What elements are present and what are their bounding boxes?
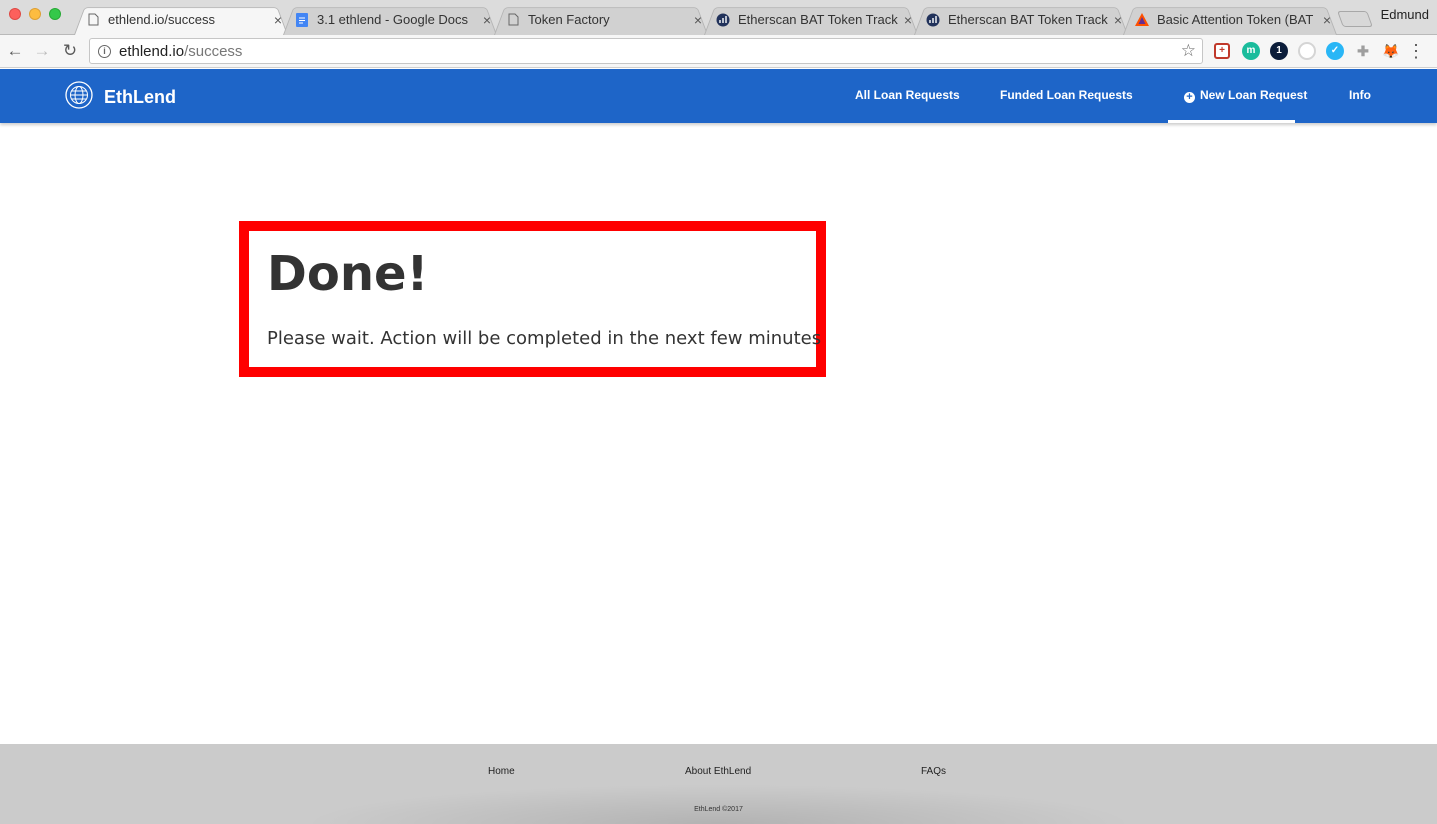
- extension-1password-icon[interactable]: 1: [1270, 42, 1288, 60]
- bookmark-star-icon[interactable]: ☆: [1181, 41, 1196, 61]
- extension-blue-icon[interactable]: ✓: [1326, 42, 1344, 60]
- browser-tab-bat[interactable]: Basic Attention Token (BAT ×: [1119, 4, 1341, 35]
- nav-all-loan-requests[interactable]: All Loan Requests: [855, 88, 960, 102]
- page-title: Done!: [267, 246, 429, 302]
- close-window-button[interactable]: [9, 8, 21, 20]
- success-message-box: Done! Please wait. Action will be comple…: [239, 221, 826, 377]
- etherscan-icon: [716, 13, 730, 27]
- tab-close-icon[interactable]: ×: [1323, 12, 1331, 28]
- address-bar[interactable]: i ethlend.io/success ☆: [89, 38, 1203, 64]
- browser-tab-google-docs[interactable]: 3.1 ethlend - Google Docs ×: [279, 4, 501, 35]
- google-docs-icon: [295, 12, 309, 27]
- back-icon[interactable]: ←: [4, 40, 26, 62]
- nav-new-loan-request[interactable]: + New Loan Request: [1184, 88, 1307, 103]
- tab-close-icon[interactable]: ×: [1114, 12, 1122, 28]
- tab-title: Etherscan BAT Token Track: [948, 12, 1108, 27]
- forward-icon[interactable]: →: [31, 40, 53, 62]
- extension-metamask-icon[interactable]: 🦊: [1382, 42, 1400, 60]
- browser-tab-etherscan-2[interactable]: Etherscan BAT Token Track ×: [910, 4, 1132, 35]
- tab-title: Basic Attention Token (BAT: [1157, 12, 1314, 27]
- tab-title: ethlend.io/success: [108, 12, 215, 27]
- copyright-text: EthLend ©2017: [694, 806, 743, 813]
- tab-title: 3.1 ethlend - Google Docs: [317, 12, 469, 27]
- brand-name: EthLend: [104, 87, 176, 107]
- status-message: Please wait. Action will be completed in…: [267, 328, 822, 349]
- tab-title: Token Factory: [528, 12, 610, 27]
- site-footer: Home About EthLend FAQs EthLend ©2017: [0, 744, 1437, 824]
- browser-tab-strip: ethlend.io/success × 3.1 ethlend - Googl…: [0, 0, 1437, 35]
- tab-close-icon[interactable]: ×: [904, 12, 912, 28]
- reload-icon[interactable]: ↻: [59, 40, 81, 62]
- etherscan-icon: [926, 13, 940, 27]
- tab-title: Etherscan BAT Token Track: [738, 12, 898, 27]
- site-logo[interactable]: EthLend: [64, 80, 176, 115]
- maximize-window-button[interactable]: [49, 8, 61, 20]
- nav-active-indicator: [1168, 120, 1295, 123]
- bat-icon: [1135, 13, 1149, 27]
- tab-close-icon[interactable]: ×: [483, 12, 491, 28]
- browser-tab-ethlend-success[interactable]: ethlend.io/success ×: [70, 4, 292, 35]
- page-icon: [506, 13, 520, 27]
- footer-link-about[interactable]: About EthLend: [685, 766, 751, 777]
- site-header: EthLend All Loan Requests Funded Loan Re…: [0, 69, 1437, 123]
- nav-info[interactable]: Info: [1349, 88, 1371, 102]
- footer-shadow: [300, 784, 1137, 824]
- info-icon[interactable]: i: [98, 44, 111, 58]
- browser-toolbar: ← → ↻ i ethlend.io/success ☆ + m 1 ✓ ✚ 🦊…: [0, 35, 1437, 68]
- extension-m-icon[interactable]: m: [1242, 42, 1260, 60]
- extension-plus-icon[interactable]: +: [1214, 43, 1230, 59]
- url-host: ethlend.io: [119, 42, 185, 60]
- extension-puzzle-icon[interactable]: ✚: [1354, 42, 1372, 60]
- tab-close-icon[interactable]: ×: [694, 12, 702, 28]
- page-icon: [86, 13, 100, 27]
- tab-close-icon[interactable]: ×: [274, 12, 282, 28]
- profile-name[interactable]: Edmund: [1381, 7, 1429, 22]
- url-path: /success: [184, 42, 243, 60]
- plus-circle-icon: +: [1184, 92, 1195, 103]
- globe-logo-icon: [64, 80, 94, 115]
- minimize-window-button[interactable]: [29, 8, 41, 20]
- new-tab-button[interactable]: [1337, 11, 1373, 27]
- nav-funded-loan-requests[interactable]: Funded Loan Requests: [1000, 88, 1133, 102]
- browser-tab-etherscan-1[interactable]: Etherscan BAT Token Track ×: [700, 4, 922, 35]
- browser-tab-token-factory[interactable]: Token Factory ×: [490, 4, 712, 35]
- nav-new-loan-label: New Loan Request: [1200, 88, 1308, 102]
- footer-link-home[interactable]: Home: [488, 766, 515, 777]
- footer-link-faqs[interactable]: FAQs: [921, 766, 946, 777]
- browser-menu-icon[interactable]: ⋮: [1407, 39, 1425, 63]
- extension-gray-icon[interactable]: [1298, 42, 1316, 60]
